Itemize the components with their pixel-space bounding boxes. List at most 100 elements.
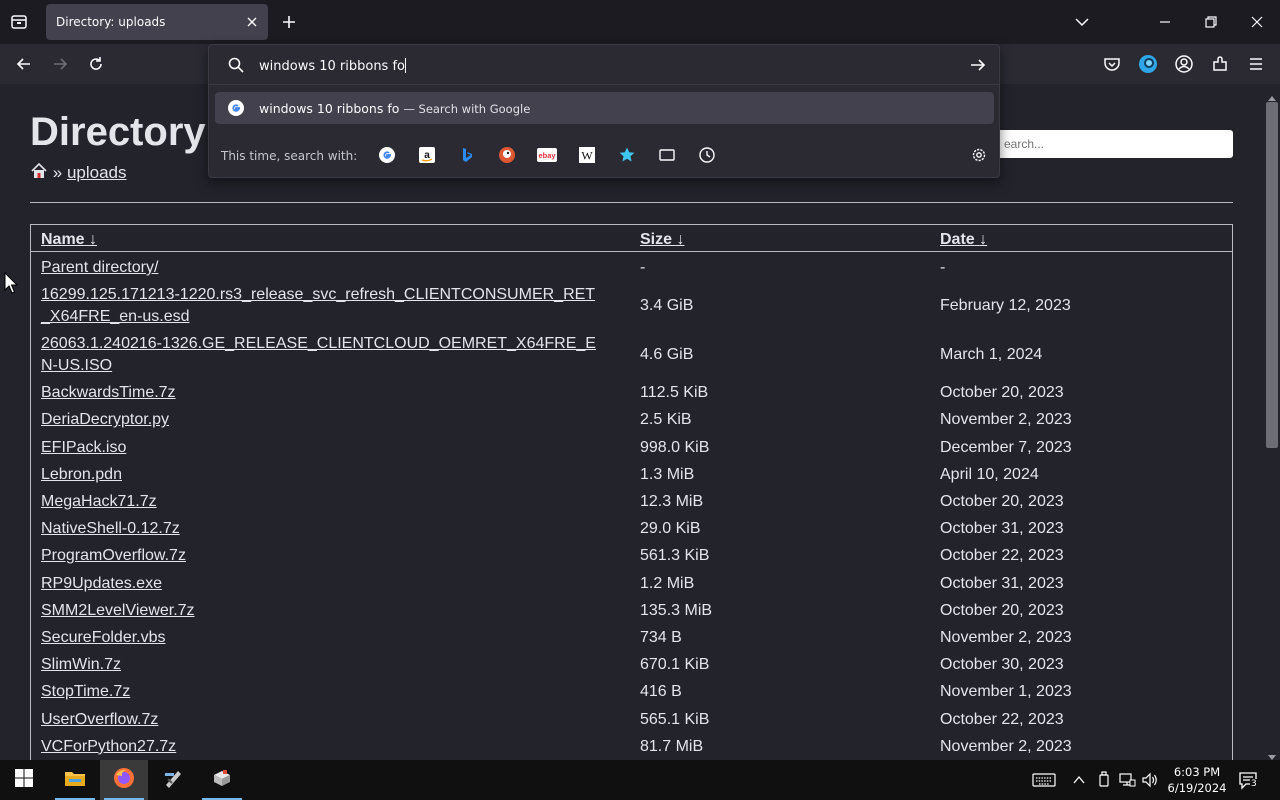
file-name-link[interactable]: StopTime.7z	[41, 681, 601, 703]
scrollbar-thumb[interactable]	[1266, 102, 1278, 448]
extension-globe-icon[interactable]	[1138, 54, 1158, 74]
breadcrumb-uploads-link[interactable]: uploads	[67, 163, 127, 182]
address-bar[interactable]: windows 10 ribbons fo	[209, 45, 999, 85]
sort-by-size-link[interactable]: Size ↓	[640, 231, 684, 249]
file-size: 4.6 GiB	[640, 346, 694, 364]
usb-device-icon[interactable]	[1095, 771, 1113, 789]
bookmarks-icon[interactable]	[617, 145, 637, 165]
file-name-link[interactable]: 16299.125.171213-1220.rs3_release_svc_re…	[41, 284, 601, 328]
menu-icon[interactable]	[1246, 54, 1266, 74]
amazon-icon[interactable]: a	[417, 145, 437, 165]
svg-text:ebay: ebay	[538, 151, 556, 160]
tab-overflow-chevron-icon[interactable]	[1072, 12, 1092, 32]
one-off-search-engines: This time, search with: a ebay W	[209, 137, 999, 173]
forward-icon[interactable]	[50, 54, 70, 74]
ebay-icon[interactable]: ebay	[537, 145, 557, 165]
google-icon[interactable]	[377, 145, 397, 165]
minimize-icon[interactable]	[1155, 12, 1175, 32]
close-tab-icon[interactable]	[244, 14, 260, 30]
search-icon	[227, 56, 245, 79]
file-size: 2.5 KiB	[640, 411, 692, 429]
taskbar-app-installer[interactable]	[198, 760, 246, 800]
show-hidden-icons-chevron-icon[interactable]	[1070, 771, 1088, 789]
file-size: -	[640, 259, 646, 276]
file-date: November 2, 2023	[940, 629, 1072, 646]
file-size: 112.5 KiB	[640, 384, 709, 402]
network-icon[interactable]	[1118, 771, 1136, 789]
file-size: 565.1 KiB	[640, 710, 710, 728]
reload-icon[interactable]	[86, 54, 106, 74]
history-icon[interactable]	[697, 145, 717, 165]
list-all-tabs-icon[interactable]	[8, 12, 30, 32]
column-size-label: Size	[640, 231, 673, 248]
file-name-link[interactable]: VCForPython27.7z	[41, 736, 601, 758]
file-size: 1.3 MiB	[640, 465, 695, 483]
page-scrollbar[interactable]	[1264, 84, 1280, 760]
home-icon[interactable]	[30, 162, 48, 185]
mouse-pointer-icon	[4, 271, 19, 299]
start-button[interactable]	[0, 760, 48, 800]
table-row: SMM2LevelViewer.7z 135.3 MiB October 20, 2…	[31, 600, 1232, 627]
file-date: October 20, 2023	[940, 384, 1064, 402]
taskbar-firefox[interactable]	[100, 760, 148, 800]
file-name-link[interactable]: NativeShell-0.12.7z	[41, 518, 601, 540]
taskbar-file-explorer[interactable]	[51, 760, 99, 800]
file-name-link[interactable]: Lebron.pdn	[41, 464, 601, 486]
file-date: -	[940, 259, 946, 276]
new-tab-icon[interactable]	[280, 13, 298, 31]
action-center-icon[interactable]: 3	[1238, 771, 1260, 790]
file-name-link[interactable]: 26063.1.240216-1326.GE_RELEASE_CLIENTCLO…	[41, 333, 601, 377]
tab-directory-uploads[interactable]: Directory: uploads	[46, 4, 268, 40]
text-caret	[405, 58, 406, 73]
file-name-link[interactable]: BackwardsTime.7z	[41, 382, 601, 404]
back-icon[interactable]	[14, 54, 34, 74]
table-row: StopTime.7z 416 B November 1, 2023	[31, 681, 1232, 708]
file-name-link[interactable]: SecureFolder.vbs	[41, 627, 601, 649]
duckduckgo-icon[interactable]	[497, 145, 517, 165]
wikipedia-icon[interactable]: W	[577, 145, 597, 165]
close-window-icon[interactable]	[1247, 12, 1267, 32]
table-row: Parent directory/ - -	[31, 257, 1232, 284]
file-size: 3.4 GiB	[640, 297, 694, 315]
tab-strip: Directory: uploads	[0, 0, 1280, 44]
restore-icon[interactable]	[1201, 12, 1221, 32]
breadcrumb: » uploads	[30, 162, 127, 185]
file-name-link[interactable]: SlimWin.7z	[41, 654, 601, 676]
file-date: December 7, 2023	[940, 438, 1072, 456]
sort-by-name-link[interactable]: Name ↓	[41, 231, 97, 249]
search-suggestion-google[interactable]: windows 10 ribbons fo — Search with Goog…	[215, 92, 994, 124]
suggestion-query: windows 10 ribbons fo	[259, 101, 400, 116]
file-name-link[interactable]: EFIPack.iso	[41, 437, 601, 459]
file-name-link[interactable]: Parent directory/	[41, 257, 601, 279]
table-row: RP9Updates.exe 1.2 MiB October 31, 2023	[31, 573, 1232, 600]
file-name-link[interactable]: SMM2LevelViewer.7z	[41, 600, 601, 622]
tabs-icon[interactable]	[657, 145, 677, 165]
file-name-link[interactable]: DeriaDecryptor.py	[41, 409, 601, 431]
file-name-link[interactable]: MegaHack71.7z	[41, 491, 601, 513]
extensions-icon[interactable]	[1210, 54, 1230, 74]
taskbar-app-archive[interactable]	[149, 760, 197, 800]
pocket-icon[interactable]	[1102, 54, 1122, 74]
firefox-icon	[112, 766, 136, 795]
file-table: Name ↓ Size ↓ Date ↓ Parent directory/ - -…	[30, 224, 1233, 760]
google-icon	[227, 99, 245, 122]
address-bar-dropdown: windows 10 ribbons fo windows 10 ribbons…	[208, 44, 1000, 178]
account-icon[interactable]	[1174, 54, 1194, 74]
file-name-link[interactable]: UserOverflow.7z	[41, 709, 601, 731]
column-name-label: Name	[41, 231, 85, 248]
file-date: October 20, 2023	[940, 601, 1064, 619]
address-bar-input[interactable]: windows 10 ribbons fo	[259, 58, 406, 74]
file-search-box[interactable]	[996, 130, 1233, 158]
file-name-link[interactable]: ProgramOverflow.7z	[41, 545, 601, 567]
go-arrow-icon[interactable]	[969, 56, 987, 79]
system-clock[interactable]: 6:03 PM 6/19/2024	[1164, 764, 1230, 796]
file-date: October 30, 2023	[940, 656, 1064, 674]
keyboard-icon[interactable]	[1032, 771, 1056, 789]
file-search-input[interactable]	[996, 130, 1233, 158]
tab-title: Directory: uploads	[56, 15, 166, 29]
sort-by-date-link[interactable]: Date ↓	[940, 231, 987, 249]
file-name-link[interactable]: RP9Updates.exe	[41, 573, 601, 595]
bing-icon[interactable]	[457, 145, 477, 165]
volume-icon[interactable]	[1141, 771, 1159, 789]
search-settings-gear-icon[interactable]	[969, 145, 989, 165]
